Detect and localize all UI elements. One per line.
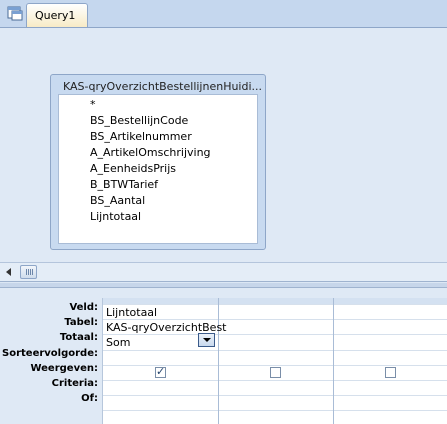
row-label-totaal: Totaal:: [59, 332, 98, 343]
field-item[interactable]: B_BTWTarief: [90, 178, 158, 191]
horizontal-scrollbar[interactable]: [0, 262, 447, 282]
tab-title: Query1: [35, 9, 76, 22]
table-field-list[interactable]: KAS-qryOverzichtBestellijnenHuidi... * B…: [50, 74, 266, 250]
field-item[interactable]: Lijntotaal: [90, 210, 141, 223]
show-checkbox[interactable]: [155, 365, 166, 378]
column-divider: [333, 298, 334, 424]
query-design-upper-pane[interactable]: KAS-qryOverzichtBestellijnenHuidi... * B…: [0, 28, 447, 262]
tab-query1[interactable]: Query1: [26, 3, 88, 27]
show-checkbox[interactable]: [385, 367, 396, 378]
query-design-grid-pane[interactable]: Veld: Tabel: Totaal: Sorteervolgorde: We…: [0, 288, 447, 424]
row-label-tabel: Tabel:: [64, 317, 98, 328]
query-icon[interactable]: [7, 5, 23, 21]
field-item[interactable]: BS_Aantal: [90, 194, 145, 207]
scroll-left-arrow-icon[interactable]: [6, 268, 11, 276]
totaal-dropdown-button[interactable]: [198, 333, 215, 347]
field-list-title[interactable]: KAS-qryOverzichtBestellijnenHuidi...: [63, 80, 262, 93]
grid-cell-totaal[interactable]: Som: [106, 336, 130, 349]
column-divider: [218, 298, 219, 424]
field-item[interactable]: *: [90, 98, 96, 111]
grid-cell-veld[interactable]: Lijntotaal: [106, 306, 157, 319]
field-item[interactable]: BS_BestellijnCode: [90, 114, 188, 127]
show-checkbox[interactable]: [270, 367, 281, 378]
field-item[interactable]: A_ArtikelOmschrijving: [90, 146, 211, 159]
row-label-veld: Veld:: [69, 302, 98, 313]
scrollbar-thumb[interactable]: [20, 265, 37, 279]
chevron-down-icon: [203, 338, 211, 342]
row-label-weergeven: Weergeven:: [30, 363, 98, 374]
document-tab-strip: Query1: [0, 0, 447, 28]
field-item[interactable]: A_EenheidsPrijs: [90, 162, 176, 175]
row-label-of: Of:: [81, 393, 98, 404]
field-list-box[interactable]: * BS_BestellijnCode BS_Artikelnummer A_A…: [58, 94, 258, 244]
row-label-sorteervolgorde: Sorteervolgorde:: [2, 348, 98, 359]
row-label-criteria: Criteria:: [51, 378, 98, 389]
design-grid[interactable]: Lijntotaal KAS-qryOverzichtBest Som: [102, 298, 447, 424]
field-item[interactable]: BS_Artikelnummer: [90, 130, 192, 143]
